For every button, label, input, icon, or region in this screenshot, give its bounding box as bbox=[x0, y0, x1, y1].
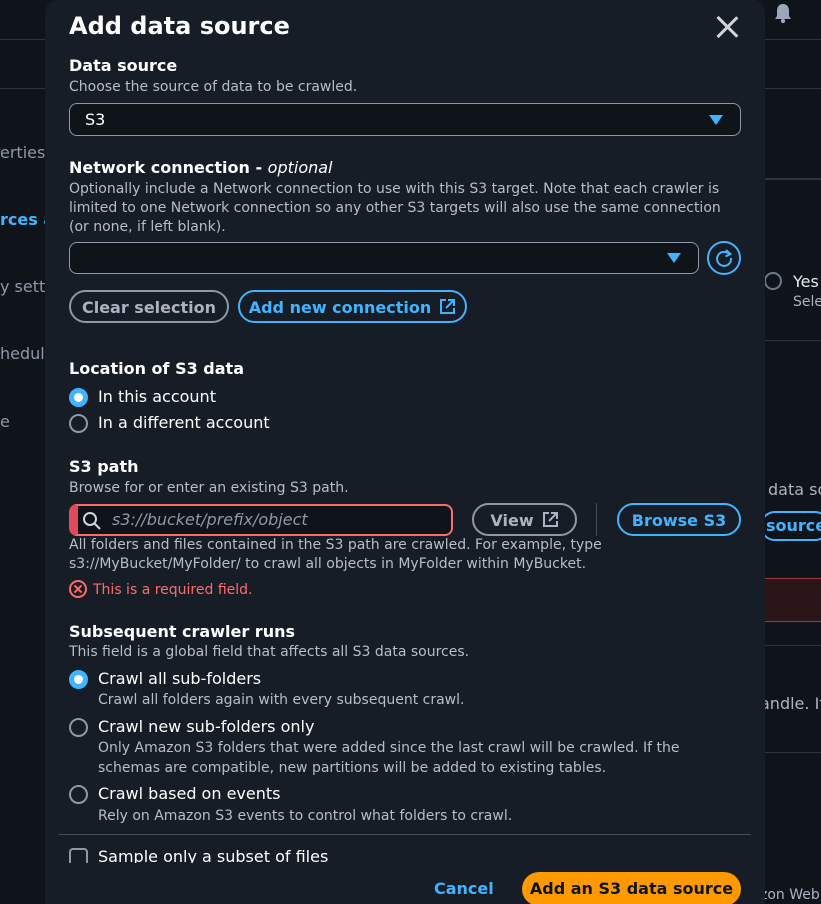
background-yes-label: Yes bbox=[793, 272, 819, 291]
subsequent-runs-description: This field is a global field that affect… bbox=[69, 644, 470, 660]
background-sel-label: Sele bbox=[793, 294, 821, 310]
search-icon bbox=[82, 511, 102, 535]
view-button[interactable]: View bbox=[472, 503, 577, 536]
radio-different-account[interactable] bbox=[69, 414, 88, 433]
view-button-label: View bbox=[490, 511, 534, 530]
location-label: Location of S3 data bbox=[69, 359, 244, 378]
s3-path-input[interactable]: s3://bucket/prefix/object bbox=[69, 504, 453, 536]
caret-down-icon bbox=[709, 115, 723, 125]
s3-path-error: This is a required field. bbox=[69, 580, 253, 598]
radio-label: Crawl all sub-folders bbox=[98, 669, 262, 688]
sidebar-item[interactable]: y setti bbox=[0, 277, 50, 296]
radio-description: Rely on Amazon S3 events to control what… bbox=[98, 808, 513, 824]
cancel-button[interactable]: Cancel bbox=[434, 879, 494, 898]
s3-path-placeholder: s3://bucket/prefix/object bbox=[112, 510, 308, 529]
radio-crawl-new[interactable] bbox=[69, 718, 88, 737]
error-icon bbox=[69, 580, 87, 598]
data-source-value: S3 bbox=[85, 110, 106, 129]
network-connection-label-text: Network connection - bbox=[69, 158, 268, 177]
radio-in-this-account[interactable] bbox=[69, 388, 88, 407]
s3-path-label: S3 path bbox=[69, 457, 139, 476]
background-radio[interactable] bbox=[764, 272, 782, 290]
divider bbox=[760, 752, 821, 753]
background-footer-text: zon Web bbox=[760, 887, 820, 903]
subsequent-runs-label: Subsequent crawler runs bbox=[69, 622, 295, 641]
add-new-connection-label: Add new connection bbox=[248, 298, 432, 317]
bell-icon[interactable] bbox=[773, 2, 793, 29]
data-source-description: Choose the source of data to be crawled. bbox=[69, 79, 358, 95]
external-link-icon bbox=[542, 511, 559, 532]
data-source-select[interactable]: S3 bbox=[69, 103, 741, 136]
add-data-source-modal: Add data source Data source Choose the s… bbox=[45, 0, 765, 904]
s3-path-description: Browse for or enter an existing S3 path. bbox=[69, 480, 349, 496]
radio-label: In this account bbox=[98, 387, 216, 406]
background-data-source-text: data so bbox=[768, 480, 821, 499]
s3-path-help: All folders and files contained in the S… bbox=[69, 537, 602, 572]
divider bbox=[59, 834, 751, 835]
network-connection-select[interactable] bbox=[69, 242, 699, 274]
external-link-icon bbox=[439, 298, 456, 319]
close-icon[interactable] bbox=[715, 15, 739, 39]
data-source-label: Data source bbox=[69, 56, 178, 75]
radio-description: Crawl all folders again with every subse… bbox=[98, 692, 465, 708]
add-new-connection-button[interactable]: Add new connection bbox=[238, 290, 467, 323]
sidebar-item[interactable]: erties bbox=[0, 143, 45, 162]
radio-label: Crawl based on events bbox=[98, 784, 281, 803]
radio-crawl-events[interactable] bbox=[69, 785, 88, 804]
modal-title: Add data source bbox=[69, 12, 290, 40]
network-connection-label: Network connection - optional bbox=[69, 158, 333, 177]
divider bbox=[760, 178, 821, 180]
radio-label: Crawl new sub-folders only bbox=[98, 717, 315, 736]
caret-down-icon bbox=[667, 253, 681, 263]
divider bbox=[760, 645, 821, 646]
network-connection-description: Optionally include a Network connection … bbox=[69, 181, 721, 235]
sidebar-item[interactable]: hedul bbox=[0, 344, 45, 363]
s3-path-error-text: This is a required field. bbox=[93, 582, 253, 598]
background-source-button[interactable]: source bbox=[760, 511, 821, 541]
radio-label: In a different account bbox=[98, 413, 270, 432]
radio-crawl-all[interactable] bbox=[69, 670, 88, 689]
radio-description: Only Amazon S3 folders that were added s… bbox=[98, 740, 680, 776]
add-s3-data-source-button[interactable]: Add an S3 data source bbox=[522, 872, 741, 904]
divider bbox=[596, 503, 597, 536]
refresh-icon[interactable] bbox=[707, 241, 741, 275]
sidebar-item[interactable]: e bbox=[0, 412, 10, 431]
divider bbox=[760, 340, 821, 341]
background-handle-text: andle. If bbox=[760, 694, 821, 713]
browse-s3-button[interactable]: Browse S3 bbox=[617, 503, 741, 536]
background-error-box bbox=[760, 578, 821, 622]
optional-label: optional bbox=[267, 158, 333, 177]
clear-selection-button[interactable]: Clear selection bbox=[69, 290, 229, 323]
